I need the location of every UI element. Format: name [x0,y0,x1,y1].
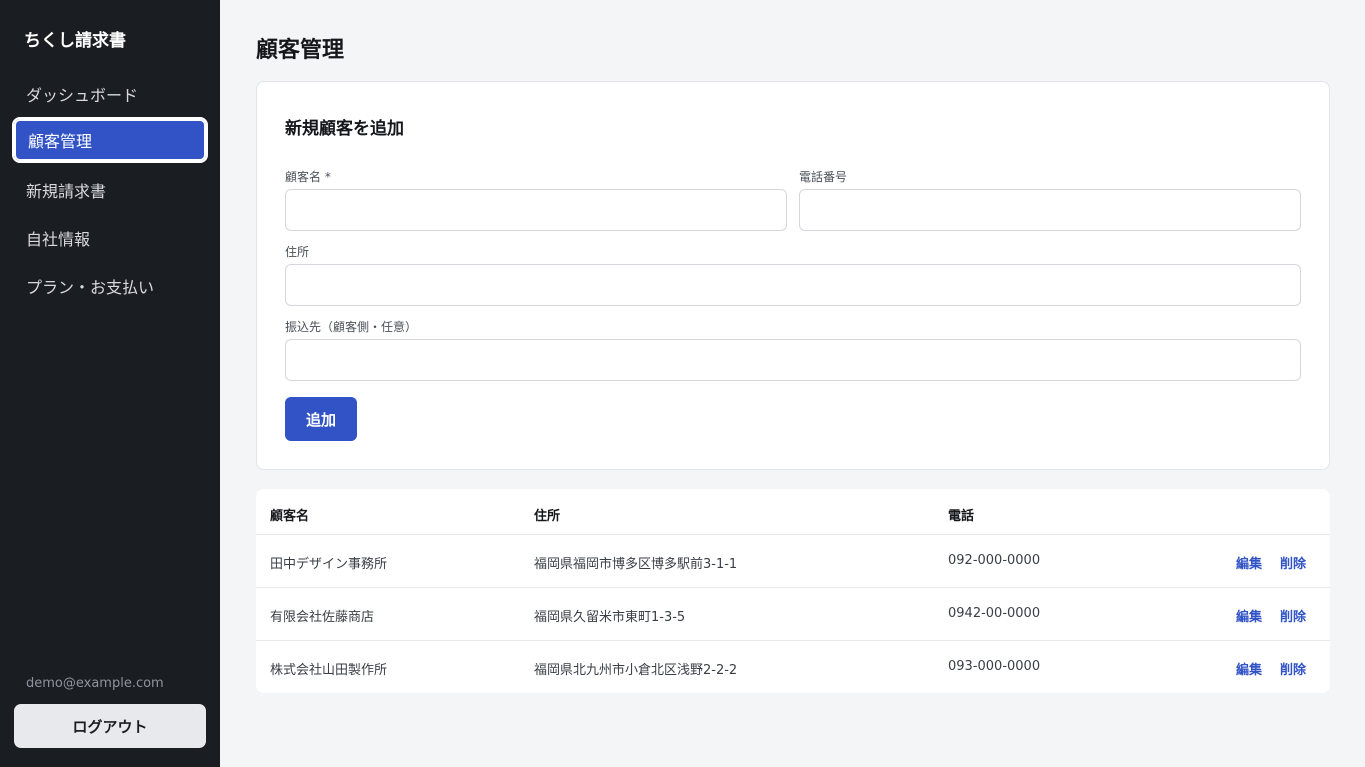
customer-name-label: 顧客名 * [285,170,331,184]
customer-phone-cell: 0942-00-0000 [948,606,1041,621]
customer-address-cell: 福岡県北九州市小倉北区浅野2-2-2 [534,663,738,678]
sidebar-item-plan-billing[interactable]: プラン・お支払い [12,263,208,309]
customer-name-cell: 株式会社山田製作所 [270,663,388,678]
customer-name-input[interactable] [285,189,787,231]
add-customer-button[interactable]: 追加 [285,397,357,441]
customer-address-cell: 福岡県久留米市東町1-3-5 [534,610,686,625]
customer-name-cell: 有限会社佐藤商店 [270,610,375,625]
customer-phone-cell: 092-000-0000 [948,553,1041,568]
page-title: 顧客管理 [256,38,345,63]
logout-button[interactable]: ログアウト [14,704,206,748]
phone-input[interactable] [799,189,1301,231]
form-title: 新規顧客を追加 [285,119,404,139]
address-input[interactable] [285,264,1301,306]
edit-link[interactable]: 編集 [1236,659,1262,678]
customer-table: 顧客名 住所 電話 田中デザイン事務所 福岡県福岡市博多区博多駅前3-1-1 0… [256,489,1330,693]
phone-label: 電話番号 [799,170,848,184]
edit-link[interactable]: 編集 [1236,606,1262,625]
bank-account-label: 振込先（顧客側・任意） [285,320,418,334]
customer-address-cell: 福岡県福岡市博多区博多駅前3-1-1 [534,557,738,572]
customer-name-cell: 田中デザイン事務所 [270,557,388,572]
column-header-name: 顧客名 [270,509,310,524]
delete-link[interactable]: 削除 [1280,553,1306,572]
sidebar-item-customers[interactable]: 顧客管理 [12,117,208,163]
address-label: 住所 [285,245,310,259]
delete-link[interactable]: 削除 [1280,606,1306,625]
add-customer-card: 新規顧客を追加 顧客名 * 電話番号 住所 振込先（顧客側・任意） 追加 [256,81,1330,470]
table-row: 田中デザイン事務所 福岡県福岡市博多区博多駅前3-1-1 092-000-000… [256,534,1330,587]
app-brand: ちくし請求書 [24,31,126,51]
delete-link[interactable]: 削除 [1280,659,1306,678]
customer-phone-cell: 093-000-0000 [948,659,1041,674]
column-header-address: 住所 [534,509,561,524]
table-row: 有限会社佐藤商店 福岡県久留米市東町1-3-5 0942-00-0000 編集 … [256,587,1330,640]
bank-account-input[interactable] [285,339,1301,381]
sidebar-item-dashboard[interactable]: ダッシュボード [12,71,208,117]
column-header-phone: 電話 [948,509,975,524]
sidebar-item-new-invoice[interactable]: 新規請求書 [12,167,208,213]
user-email: demo@example.com [26,676,164,691]
edit-link[interactable]: 編集 [1236,553,1262,572]
table-row: 株式会社山田製作所 福岡県北九州市小倉北区浅野2-2-2 093-000-000… [256,640,1330,693]
sidebar-item-company-info[interactable]: 自社情報 [12,215,208,261]
sidebar: ちくし請求書 ダッシュボード 顧客管理 新規請求書 自社情報 プラン・お支払い … [0,0,220,767]
